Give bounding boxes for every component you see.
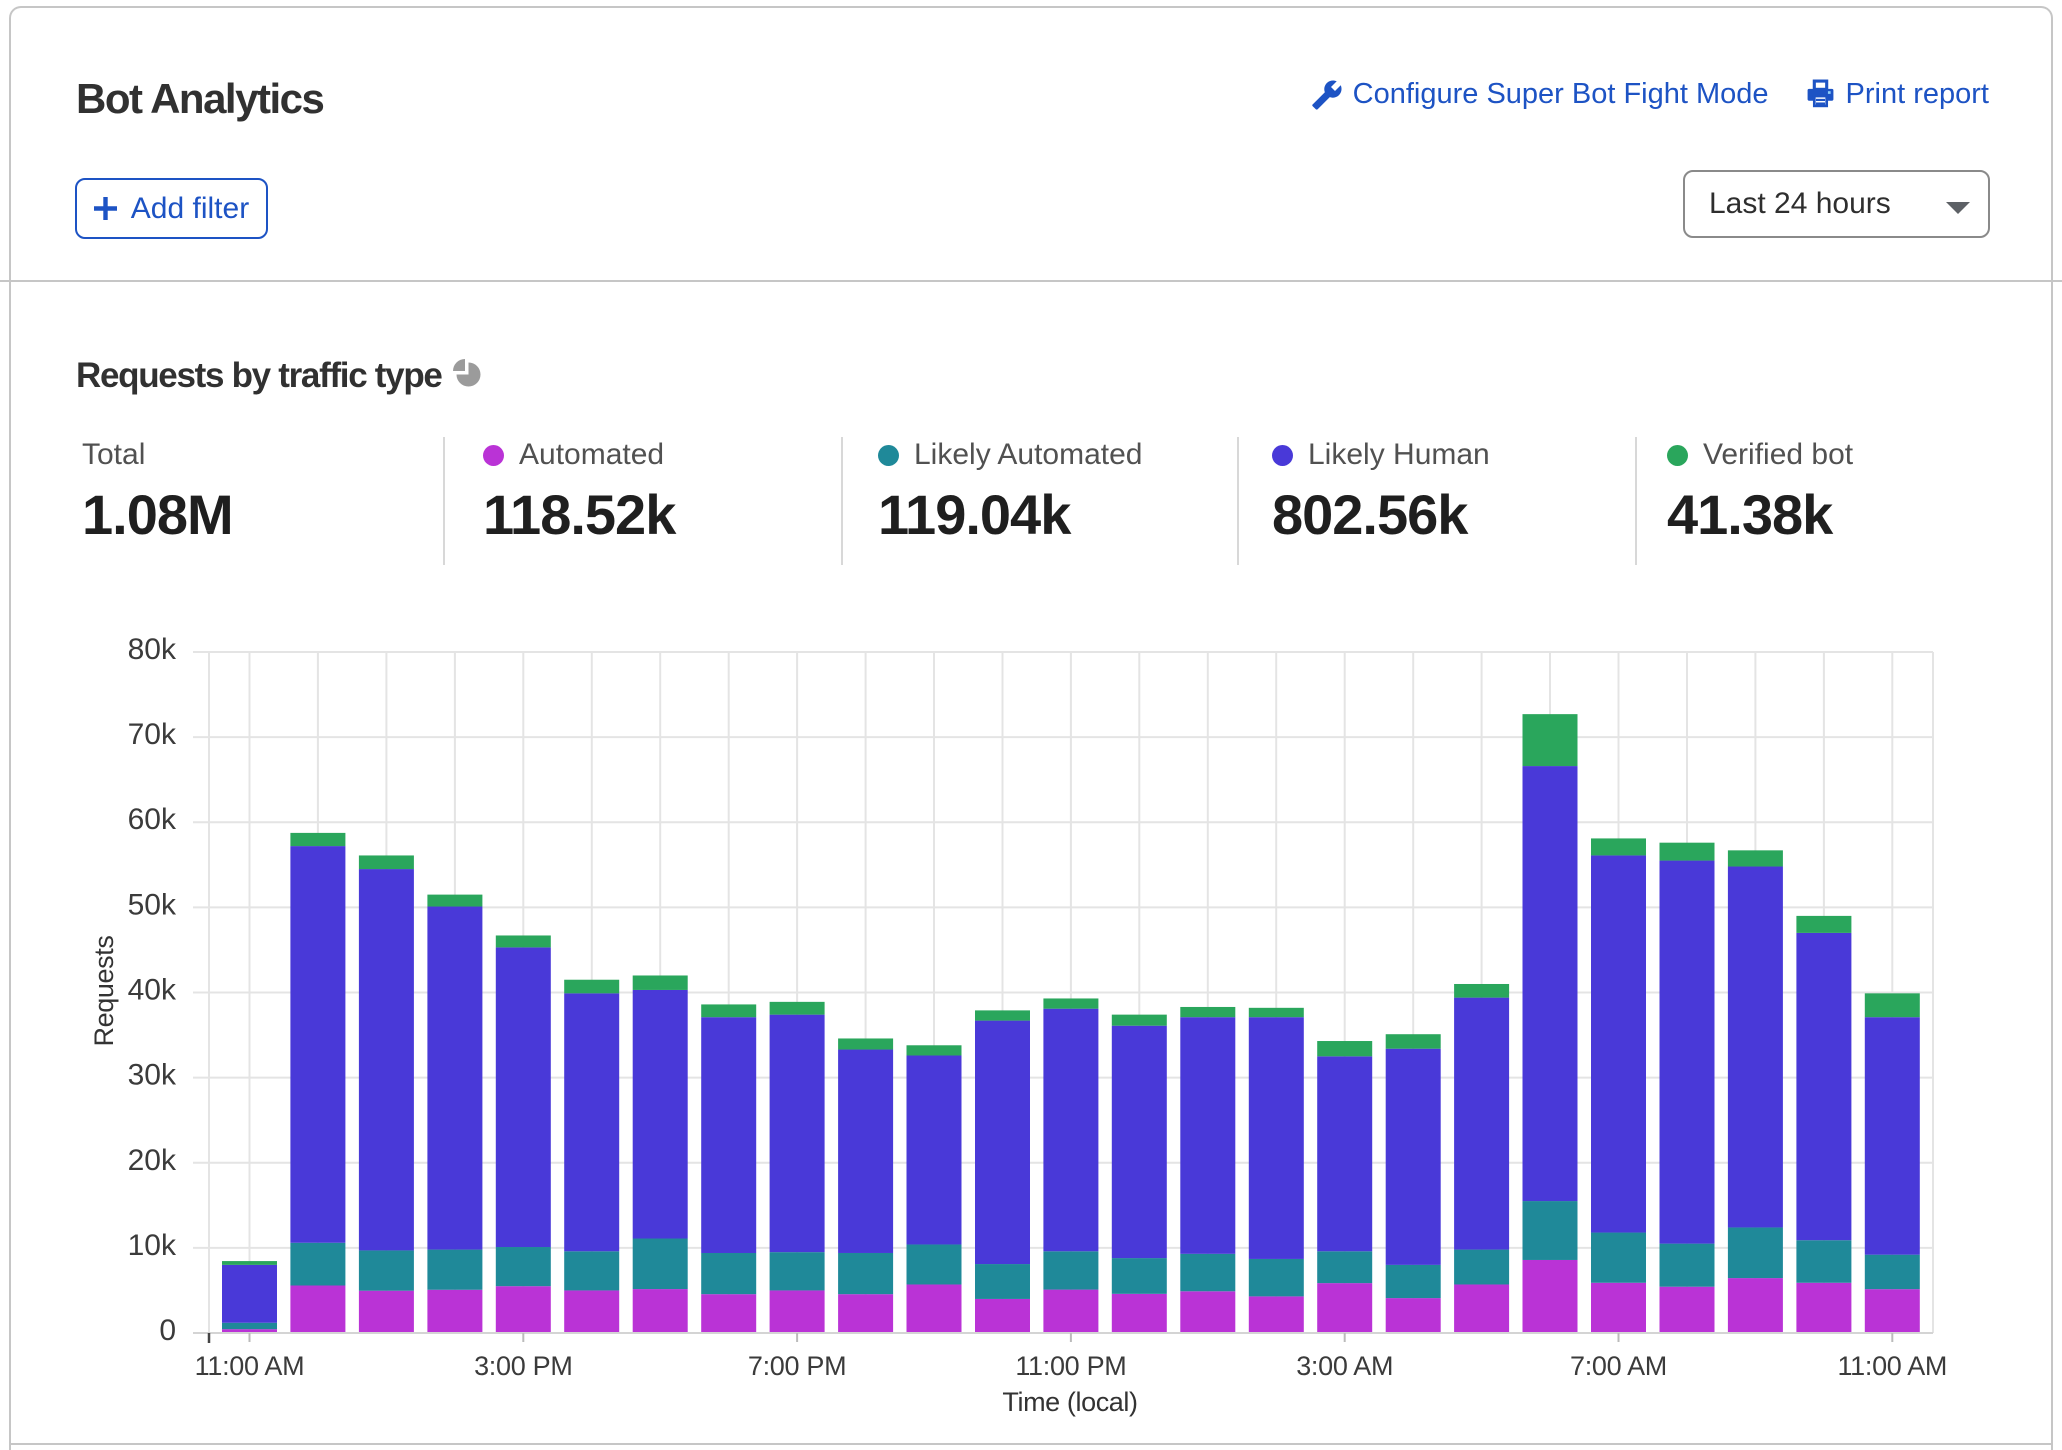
svg-text:7:00 AM: 7:00 AM	[1570, 1351, 1667, 1381]
svg-text:60k: 60k	[128, 803, 177, 836]
svg-text:10k: 10k	[128, 1229, 177, 1262]
svg-text:20k: 20k	[128, 1144, 177, 1177]
svg-text:3:00 PM: 3:00 PM	[474, 1351, 572, 1381]
svg-text:11:00 AM: 11:00 AM	[1837, 1351, 1947, 1381]
svg-text:11:00 AM: 11:00 AM	[195, 1351, 305, 1381]
svg-text:70k: 70k	[128, 718, 177, 751]
svg-text:0: 0	[159, 1314, 176, 1347]
svg-text:30k: 30k	[128, 1059, 177, 1092]
svg-text:11:00 PM: 11:00 PM	[1015, 1351, 1126, 1381]
svg-text:Time (local): Time (local)	[1002, 1387, 1137, 1417]
svg-text:50k: 50k	[128, 888, 177, 921]
svg-text:7:00 PM: 7:00 PM	[748, 1351, 846, 1381]
svg-text:3:00 AM: 3:00 AM	[1296, 1351, 1393, 1381]
svg-text:Requests: Requests	[89, 936, 119, 1047]
svg-text:80k: 80k	[128, 633, 177, 666]
svg-text:40k: 40k	[128, 974, 177, 1007]
